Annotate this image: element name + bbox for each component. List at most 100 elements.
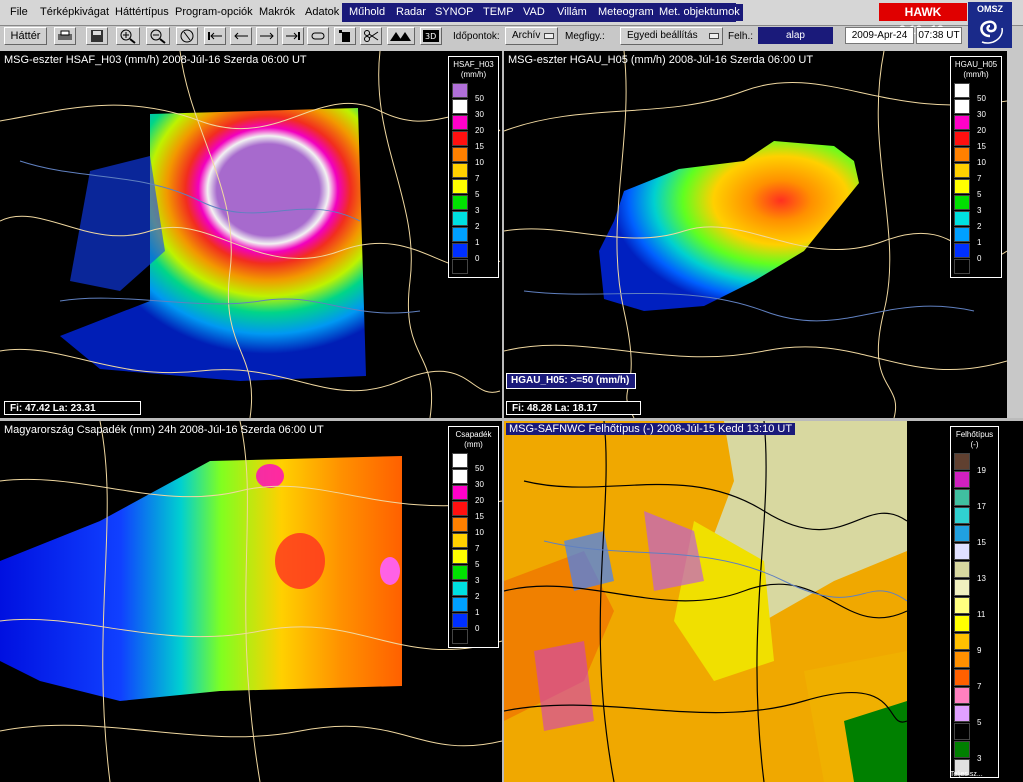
panel-title: MSG-eszter HSAF_H03 (mm/h) 2008-Júl-16 S… (4, 54, 307, 66)
version-badge: HAWK 2.10.r12. (879, 3, 967, 37)
menubar: File Térképkivágat Háttértípus Program-o… (0, 0, 1023, 37)
legend-label: 20 (475, 126, 484, 135)
last-frame-button[interactable] (282, 27, 304, 45)
zoom-out-button[interactable] (146, 27, 170, 45)
menu-villam[interactable]: Villám (554, 4, 590, 21)
panel-hsaf-h03[interactable]: MSG-eszter HSAF_H03 (mm/h) 2008-Júl-16 S… (0, 51, 502, 418)
legend-label: 15 (475, 512, 484, 521)
legend-label: 2 (475, 222, 480, 231)
menu-terkepkivagat[interactable]: Térképkivágat (37, 4, 112, 21)
print-button[interactable] (54, 27, 76, 45)
menu-hattertipus[interactable]: Háttértípus (112, 4, 172, 21)
legend-swatch (452, 211, 468, 226)
hatter-label: Háttér (10, 30, 41, 42)
zoom-out-icon (150, 29, 166, 44)
legend-label: 2 (475, 592, 480, 601)
egyedi-dropdown[interactable]: Egyedi beállítás (620, 27, 723, 45)
archiv-dropdown[interactable]: Archív (505, 27, 558, 45)
first-frame-button[interactable] (204, 27, 226, 45)
legend-swatch (954, 741, 970, 758)
date-field[interactable]: 2009-Apr-24 (845, 27, 914, 44)
horizontal-divider[interactable] (0, 418, 1023, 421)
prev-frame-button[interactable] (230, 27, 252, 45)
idopontok-label: Időpontok: (453, 31, 500, 42)
hatter-button[interactable]: Háttér (4, 27, 47, 45)
save-button[interactable] (86, 27, 108, 45)
legend-swatch (954, 195, 970, 210)
vertical-divider[interactable] (502, 51, 504, 782)
legend-felhotipus: Felhőtípus (-) 191715131197531 (950, 426, 999, 778)
legend-swatch (954, 687, 970, 704)
coord-readout: Fi: 47.42 La: 23.31 (4, 401, 141, 415)
menu-makrok[interactable]: Makrók (256, 4, 298, 21)
menu-program-opciok[interactable]: Program-opciók (172, 4, 256, 21)
legend-swatch (452, 517, 468, 532)
svg-text:3D: 3D (425, 32, 436, 41)
terrain-button[interactable] (387, 27, 415, 45)
panel-hgau-h05[interactable]: MSG-eszter HGAU_H05 (mm/h) 2008-Júl-16 S… (504, 51, 1007, 418)
legend-label: 15 (475, 142, 484, 151)
legend-swatch (452, 147, 468, 162)
egyedi-value: Egyedi beállítás (627, 30, 698, 41)
felh-field[interactable]: alap (758, 27, 833, 44)
legend-swatch (452, 469, 468, 484)
legend-label: 5 (977, 718, 982, 727)
menu-radar[interactable]: Radar (393, 4, 429, 21)
legend-swatch (452, 613, 468, 628)
legend-title: HSAF_H03 (mm/h) (453, 60, 494, 79)
legend-swatch (452, 83, 468, 98)
legend-label: 10 (977, 158, 986, 167)
legend-label: 17 (977, 502, 986, 511)
legend-label: 1 (475, 238, 480, 247)
legend-label: 50 (475, 464, 484, 473)
legend-swatch (954, 243, 970, 258)
megfigy-label: Megfigy.: (565, 31, 605, 42)
legend-swatch (954, 507, 970, 524)
legend-label: 10 (475, 158, 484, 167)
legend-swatch (452, 501, 468, 516)
loop-button[interactable] (307, 27, 329, 45)
menu-temp[interactable]: TEMP (480, 4, 517, 21)
legend-label: 3 (977, 754, 982, 763)
menu-vad[interactable]: VAD (520, 4, 548, 21)
legend-title: Csapadék (mm) (455, 430, 492, 449)
legend-label: 1 (977, 238, 982, 247)
legend-swatch (954, 579, 970, 596)
map-hgau (504, 51, 1007, 418)
select-button[interactable] (334, 27, 356, 45)
next-frame-button[interactable] (256, 27, 278, 45)
menu-muhold[interactable]: Műhold (346, 4, 389, 21)
panel-felhotipus[interactable]: MSG-SAFNWC Felhőtípus (-) 2008-Júl-15 Ke… (504, 421, 1023, 782)
arrow-right-icon (260, 32, 274, 40)
zoom-in-button[interactable] (116, 27, 140, 45)
map-felhotipus (504, 421, 907, 782)
reset-view-button[interactable] (176, 27, 198, 45)
menu-meteogram[interactable]: Meteogram (595, 4, 657, 21)
legend-label: 13 (977, 574, 986, 583)
cut-button[interactable] (360, 27, 382, 45)
legend-swatch (452, 453, 468, 468)
legend-label: 3 (475, 206, 480, 215)
menu-met-objektumok[interactable]: Met. objektumok (656, 4, 743, 21)
legend-swatch (452, 115, 468, 130)
3d-button[interactable]: 3D (420, 27, 442, 45)
legend-swatch (954, 83, 970, 98)
time-field[interactable]: 07:38 UT (916, 27, 962, 44)
menu-synop[interactable]: SYNOP (432, 4, 477, 21)
legend-label: 0 (977, 254, 982, 263)
legend-swatch (452, 485, 468, 500)
legend-swatch (954, 597, 970, 614)
legend-swatch (954, 633, 970, 650)
printer-icon (58, 30, 72, 40)
legend-label: 7 (977, 174, 982, 183)
panel-csapadek[interactable]: Magyarország Csapadék (mm) 24h 2008-Júl-… (0, 421, 502, 782)
legend-swatch (452, 163, 468, 178)
legend-swatch (452, 259, 468, 274)
legend-label: 15 (977, 538, 986, 547)
legend-swatch (954, 211, 970, 226)
legend-label: 19 (977, 466, 986, 475)
menu-adatok[interactable]: Adatok (302, 4, 342, 21)
legend-swatch (954, 99, 970, 114)
legend-swatch (452, 227, 468, 242)
menu-file[interactable]: File (7, 4, 31, 21)
